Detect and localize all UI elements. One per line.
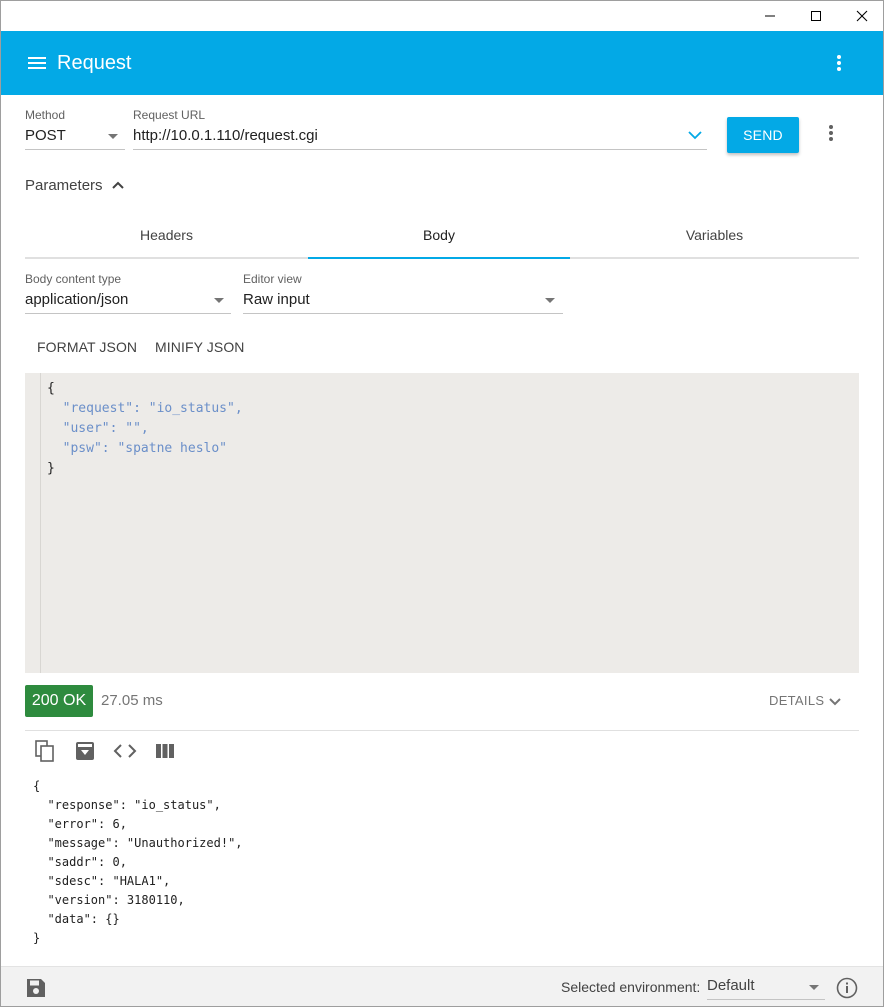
code-line: "sdesc": "HALA1", — [33, 874, 171, 888]
method-caret-icon[interactable] — [108, 134, 118, 139]
window-titlebar — [1, 1, 883, 31]
content-type-select[interactable]: application/json — [25, 291, 128, 309]
parameters-toggle[interactable]: Parameters — [25, 173, 125, 197]
chevron-up-icon — [111, 181, 124, 189]
details-toggle[interactable]: DETAILS — [769, 693, 842, 708]
tab-body[interactable]: Body — [308, 213, 570, 257]
parameters-tabs: Headers Body Variables — [25, 213, 859, 259]
code-line: "error": 6, — [33, 817, 127, 831]
more-vert-icon[interactable] — [827, 51, 851, 75]
status-badge: 200 OK — [25, 685, 93, 717]
save-icon[interactable] — [25, 977, 47, 999]
method-underline — [25, 149, 125, 150]
chevron-down-icon — [829, 697, 842, 705]
code-line: } — [47, 461, 55, 476]
url-underline — [133, 149, 707, 150]
copy-icon[interactable] — [33, 739, 57, 763]
code-line: "psw": "spatne heslo" — [47, 441, 228, 456]
method-label: Method — [25, 108, 66, 122]
tab-headers[interactable]: Headers — [25, 213, 308, 257]
response-time: 27.05 ms — [101, 692, 163, 709]
minimize-icon[interactable] — [747, 1, 793, 31]
details-label: DETAILS — [769, 693, 825, 708]
code-icon[interactable] — [113, 739, 137, 763]
url-label: Request URL — [133, 108, 206, 122]
hamburger-menu-icon[interactable] — [25, 51, 49, 75]
editor-view-caret-icon[interactable] — [545, 298, 555, 303]
method-select[interactable]: POST — [25, 127, 66, 145]
response-divider — [25, 730, 859, 731]
columns-icon[interactable] — [153, 739, 177, 763]
code-line: "response": "io_status", — [33, 798, 221, 812]
code-line: "user": "", — [47, 421, 149, 436]
maximize-icon[interactable] — [793, 1, 839, 31]
body-code-editor[interactable]: { "request": "io_status", "user": "", "p… — [25, 373, 859, 673]
parameters-label: Parameters — [25, 176, 103, 194]
content-type-caret-icon[interactable] — [214, 298, 224, 303]
minify-json-button[interactable]: MINIFY JSON — [155, 339, 245, 355]
environment-underline — [707, 999, 825, 1000]
code-line: "data": {} — [33, 912, 120, 926]
status-footer: Selected environment: Default — [1, 966, 883, 1006]
content-type-label: Body content type — [25, 272, 122, 286]
close-icon[interactable] — [839, 1, 884, 31]
url-input[interactable]: http://10.0.1.110/request.cgi — [133, 127, 318, 145]
editor-gutter — [25, 373, 41, 673]
response-code[interactable]: { "response": "io_status", "error": 6, "… — [33, 777, 243, 948]
body-code[interactable]: { "request": "io_status", "user": "", "p… — [47, 379, 243, 479]
environment-label: Selected environment: — [561, 979, 701, 995]
code-line: "request": "io_status", — [47, 401, 243, 416]
tab-variables[interactable]: Variables — [570, 213, 859, 257]
environment-select[interactable]: Default — [707, 977, 755, 994]
code-line: { — [47, 381, 55, 396]
send-button[interactable]: SEND — [727, 117, 799, 153]
code-line: "message": "Unauthorized!", — [33, 836, 243, 850]
editor-view-underline — [243, 313, 563, 314]
content-type-underline — [25, 313, 231, 314]
format-json-button[interactable]: FORMAT JSON — [37, 339, 137, 355]
tab-active-indicator — [308, 257, 570, 259]
code-line: "saddr": 0, — [33, 855, 127, 869]
editor-view-select[interactable]: Raw input — [243, 291, 310, 309]
code-line: "version": 3180110, — [33, 893, 185, 907]
environment-caret-icon[interactable] — [809, 985, 819, 990]
page-title: Request — [57, 52, 132, 74]
code-line: { — [33, 779, 41, 793]
request-more-icon[interactable] — [819, 121, 843, 145]
app-bar: Request — [1, 31, 883, 95]
url-history-chevron-icon[interactable] — [687, 127, 703, 143]
save-response-icon[interactable] — [73, 739, 97, 763]
info-icon[interactable] — [835, 976, 859, 1000]
code-line: } — [33, 931, 41, 945]
editor-view-label: Editor view — [243, 272, 302, 286]
